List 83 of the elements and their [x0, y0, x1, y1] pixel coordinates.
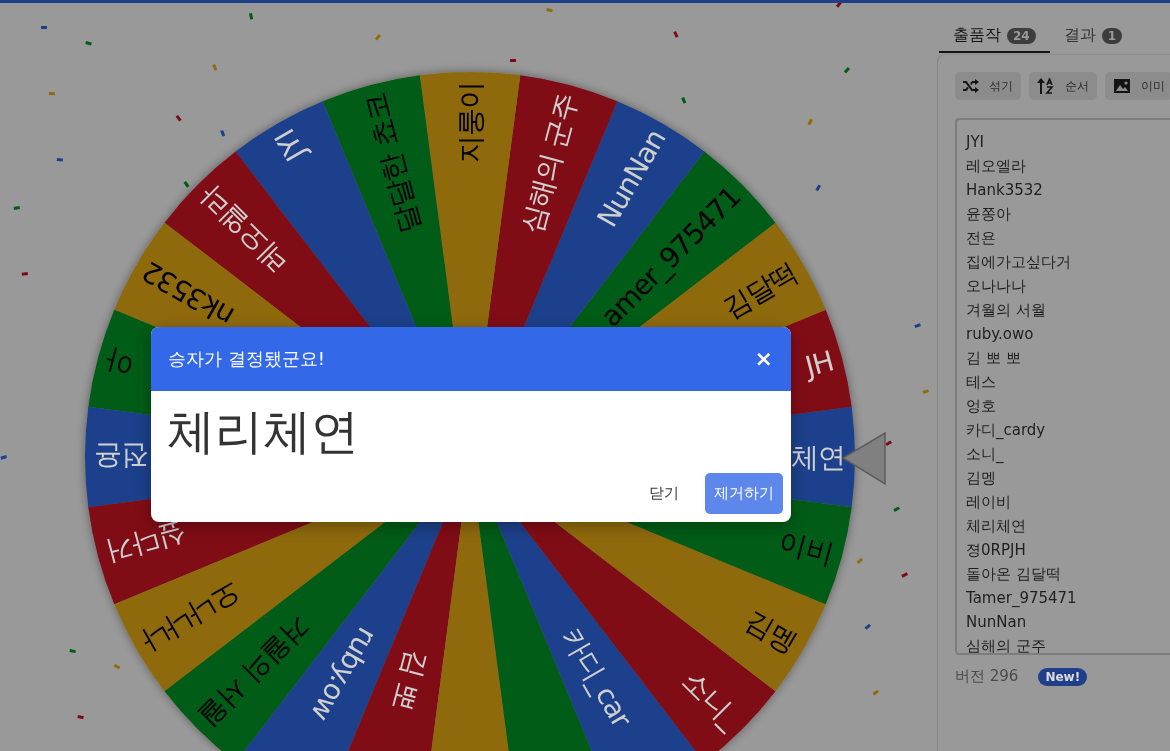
confetti-piece [85, 41, 92, 46]
confetti-piece [872, 689, 879, 696]
confetti-piece [673, 31, 679, 38]
confetti-piece [893, 506, 900, 512]
entry-line: 엉호 [966, 396, 997, 417]
pointer-icon [841, 431, 886, 486]
confetti-piece [21, 272, 28, 276]
sort-button[interactable]: 순서 [1029, 72, 1097, 100]
new-badge: New! [1038, 667, 1088, 686]
confetti-piece [922, 389, 929, 394]
close-button[interactable]: × [752, 348, 775, 370]
entry-line: Hank3532 [966, 180, 1044, 201]
dialog-title: 승자가 결정됐군요! [168, 347, 325, 371]
entry-line: Tamer_975471 [966, 588, 1078, 609]
entry-line: 체리체연 [966, 516, 1027, 537]
confetti-piece [885, 440, 892, 447]
entries-field[interactable]: JYI 레오엘라 Hank3532 윤쫑아 전욘 집에가고싶다거 오나나나 겨월의 서월 ruby.owo 김 뽀 뽀 테스 엉호 카디_cardy 소니_ 김멩 레이비 체리체연 졍0RPJH 돌아온 김달떡 Tamer_975471 NunNan 심해의 군주 [955, 118, 1170, 655]
entry-line: NunNan [966, 612, 1028, 633]
entry-line: 레오엘라 [966, 156, 1027, 177]
confetti-piece [856, 557, 863, 564]
confetti-piece [0, 455, 7, 460]
confetti-piece [77, 715, 84, 720]
entry-line: 김멩 [966, 468, 997, 489]
entry-line: 졍0RPJH [966, 540, 1027, 561]
entry-line: 윤쫑아 [966, 204, 1012, 225]
confetti-piece [69, 649, 76, 654]
confetti-piece [48, 92, 55, 96]
entry-line: 오나나나 [966, 276, 1027, 297]
sort-icon [1037, 78, 1055, 94]
slice-label: JYI [268, 123, 313, 167]
slice-label: 심해의 군주 [514, 90, 584, 238]
slice-label: 이비 [775, 524, 837, 571]
slice-label: 김멩 [739, 603, 803, 660]
slice-label: 전욘 [95, 440, 149, 473]
entry-line: 테스 [966, 372, 997, 393]
confetti-piece [41, 26, 47, 29]
confetti-piece [546, 8, 553, 13]
entry-line: 레이비 [966, 492, 1012, 513]
confetti-piece [220, 130, 226, 137]
entry-line: ruby.owo [966, 324, 1035, 345]
entry-line: 돌아온 김달떡 [966, 564, 1062, 585]
confetti-piece [212, 64, 218, 71]
slice-label: 지룽이 [454, 82, 487, 163]
count-badge: 1 [1101, 27, 1123, 44]
panel-tab[interactable]: 결과 1 [1049, 25, 1137, 53]
remove-button[interactable]: 제거하기 [705, 473, 783, 514]
shuffle-button[interactable]: 섞기 [955, 72, 1021, 100]
entry-line: 소니_ [966, 444, 1005, 465]
confetti-piece [374, 34, 381, 41]
confetti-piece [864, 623, 871, 630]
confetti-piece [914, 323, 921, 329]
confetti-piece [56, 158, 63, 162]
entry-line: 카디_cardy [966, 420, 1047, 441]
winner-name: 체리체연 [166, 402, 360, 461]
confetti-piece [807, 118, 813, 126]
entry-line: 심해의 군주 [966, 636, 1047, 653]
confetti-piece [249, 13, 254, 20]
version-text: 버전 296 [955, 667, 1019, 686]
entry-line: 김 뽀 뽀 [966, 348, 1022, 369]
confetti-piece [681, 97, 687, 104]
confetti-piece [815, 184, 821, 192]
image-icon [1113, 78, 1131, 94]
entry-line: 겨월의 서월 [966, 300, 1047, 321]
slice-label: 달달한 쵸코 [357, 90, 427, 237]
slice-label: 체연 [791, 441, 845, 474]
confetti-piece [183, 181, 190, 188]
confetti-piece [835, 3, 842, 8]
confetti-piece [175, 115, 182, 122]
confetti-piece [113, 664, 121, 670]
slice-label: 아 [103, 343, 139, 383]
entry-line: JYI [966, 132, 985, 153]
slice-label: 싶다거 [103, 516, 191, 570]
entry-line: 전욘 [966, 228, 997, 249]
count-badge: 24 [1007, 27, 1036, 44]
image-button[interactable]: 이미 [1105, 72, 1170, 100]
confetti-piece [901, 572, 908, 578]
confetti-piece [843, 67, 850, 74]
slice-label: 김 뽀 [385, 645, 434, 715]
entry-line: 집에가고싶다거 [966, 252, 1072, 273]
confetti-piece [13, 206, 20, 210]
slice-label: JH [801, 344, 837, 384]
shuffle-icon [963, 79, 979, 93]
confetti-piece [509, 59, 516, 63]
